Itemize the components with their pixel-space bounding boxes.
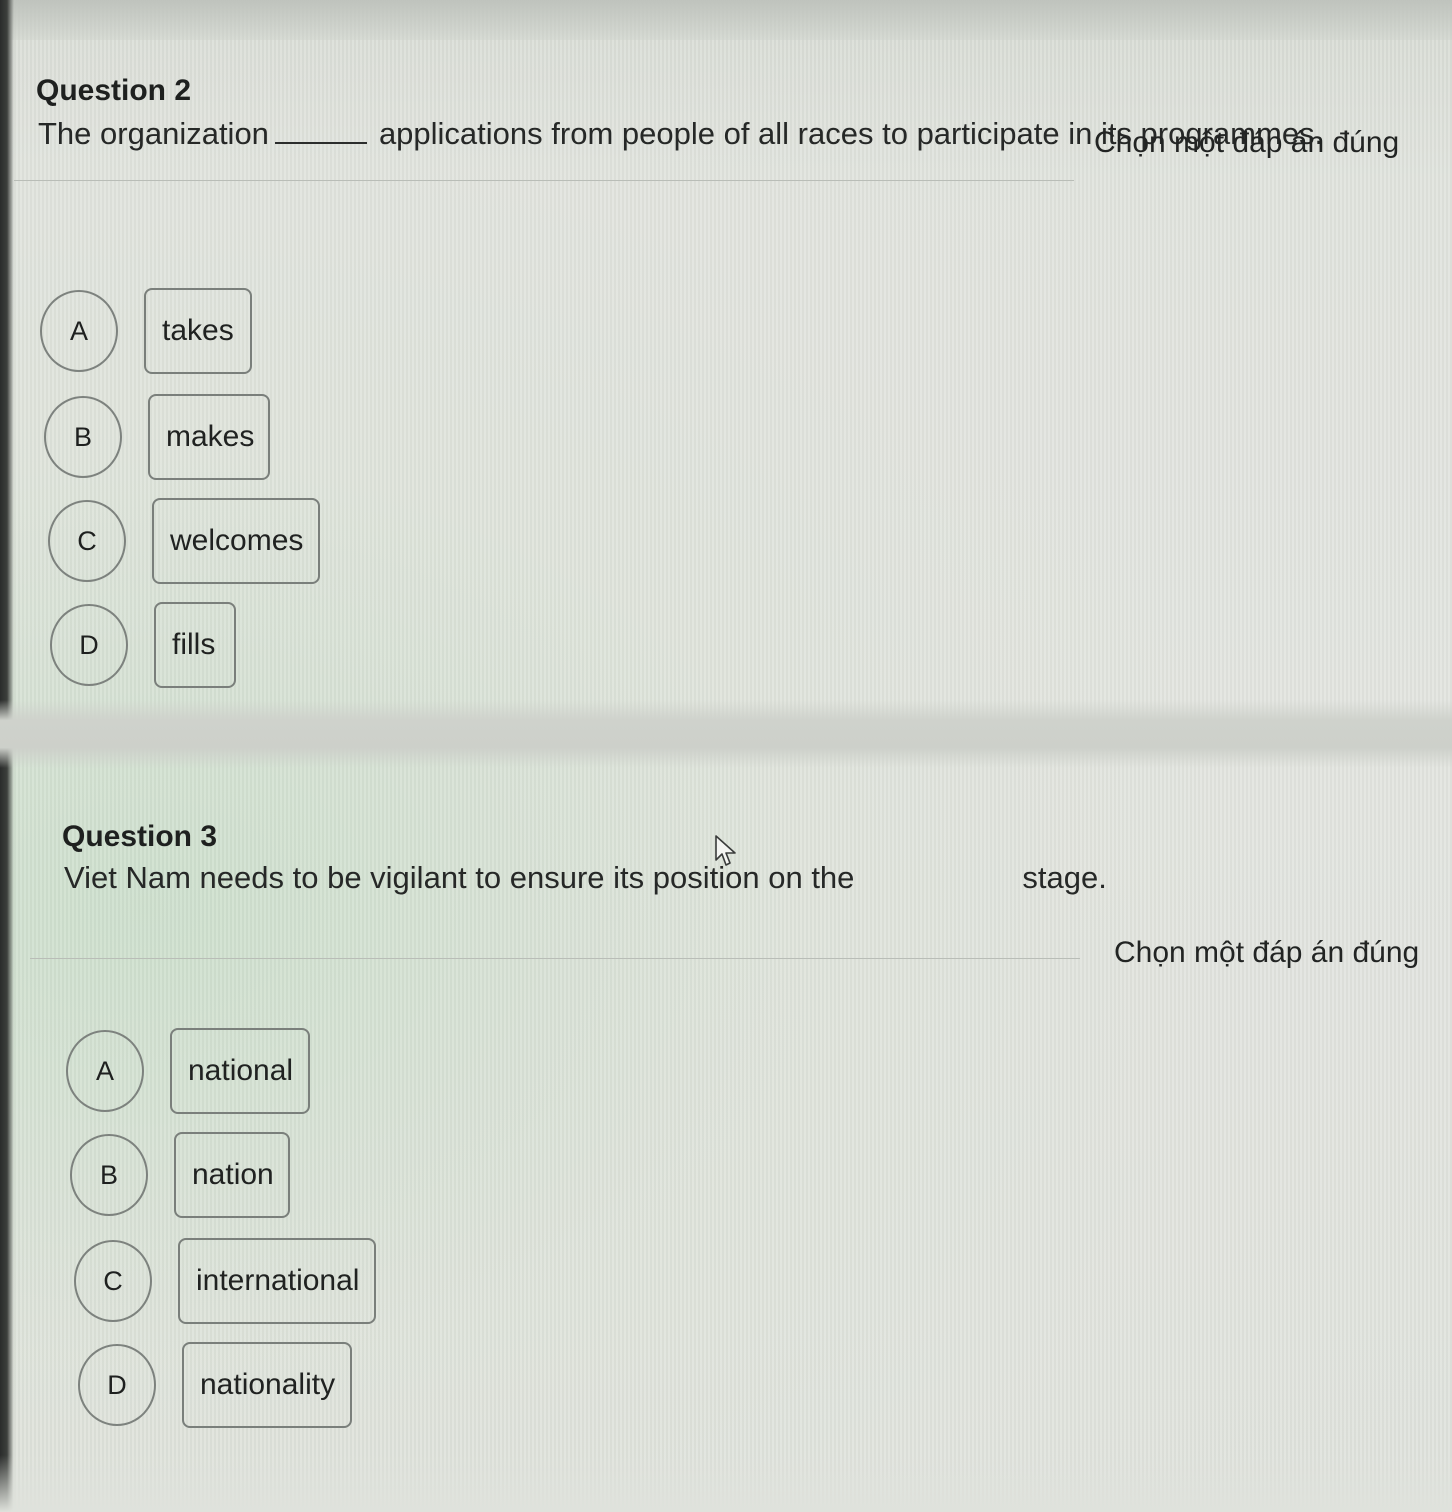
option-d[interactable]: D fills (50, 602, 236, 688)
option-label[interactable]: makes (148, 394, 270, 480)
option-label[interactable]: nation (174, 1132, 290, 1218)
option-label[interactable]: takes (144, 288, 252, 374)
option-letter[interactable]: C (74, 1240, 152, 1322)
section-separator (0, 700, 1452, 768)
instruction-text: Chọn một đáp án đúng (1114, 936, 1420, 969)
option-a[interactable]: A takes (40, 288, 252, 374)
option-letter[interactable]: B (70, 1134, 148, 1216)
option-label[interactable]: international (178, 1238, 376, 1324)
question-text-before: The organization (38, 116, 269, 151)
option-b[interactable]: B nation (70, 1132, 290, 1218)
option-c[interactable]: C international (74, 1238, 376, 1324)
divider (30, 958, 1080, 959)
option-letter[interactable]: A (66, 1030, 144, 1112)
top-band (0, 0, 1452, 40)
option-letter[interactable]: C (48, 500, 126, 582)
option-d[interactable]: D nationality (78, 1342, 352, 1428)
option-a[interactable]: A national (66, 1028, 310, 1114)
answer-blank (274, 142, 367, 144)
question-title: Question 2 (36, 74, 192, 107)
option-label[interactable]: welcomes (152, 498, 320, 584)
question-title: Question 3 (62, 820, 218, 853)
question-text-after: stage. (1022, 860, 1107, 895)
question-text: Viet Nam needs to be vigilant to ensure … (64, 860, 1107, 896)
mouse-pointer-icon (715, 835, 736, 866)
option-b[interactable]: B makes (44, 394, 270, 480)
option-c[interactable]: C welcomes (48, 498, 320, 584)
option-letter[interactable]: D (78, 1344, 156, 1426)
quiz-screen: Question 2 The organization applications … (0, 0, 1452, 1512)
option-letter[interactable]: B (44, 396, 122, 478)
bottom-band (0, 1455, 1452, 1512)
option-label[interactable]: national (170, 1028, 310, 1114)
option-label[interactable]: nationality (182, 1342, 352, 1428)
option-label[interactable]: fills (154, 602, 236, 688)
option-letter[interactable]: A (40, 290, 118, 372)
divider (14, 180, 1074, 181)
option-letter[interactable]: D (50, 604, 128, 686)
instruction-text: Chọn một đáp án đúng (1094, 126, 1400, 159)
